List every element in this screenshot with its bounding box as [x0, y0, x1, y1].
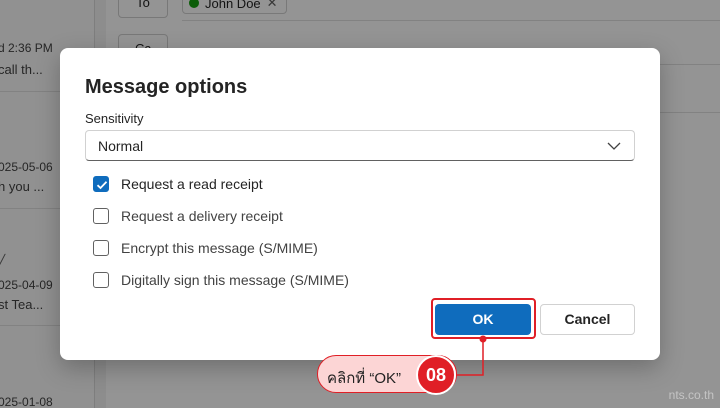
instruction-text: คลิกที่ “OK” [327, 370, 402, 387]
watermark: nts.co.th [668, 388, 714, 402]
callout-connector [456, 335, 487, 376]
step-number-badge: 08 [416, 355, 456, 395]
